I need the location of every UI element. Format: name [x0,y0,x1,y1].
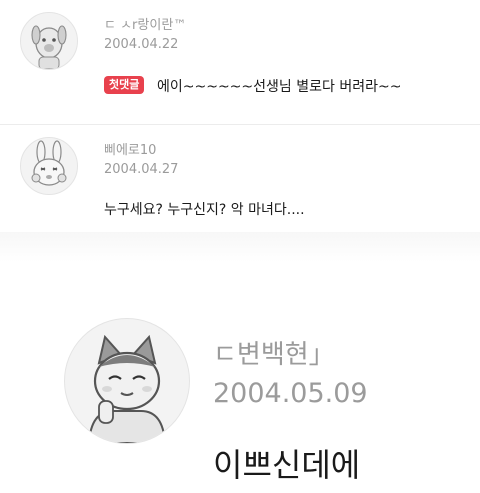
section-divider [0,232,480,262]
first-comment-badge: 첫댓글 [104,76,145,94]
comment-date: 2004.04.27 [104,162,179,177]
comment-author[interactable]: ㄷ변백현」 [213,334,335,371]
rabbit-avatar-icon[interactable] [20,137,78,195]
comment-item: ㄷ ㅅr랑이란™ 2004.04.22 첫댓글 에이~~~~~~선생님 별로다 … [0,0,480,115]
dog-avatar-icon[interactable] [20,12,78,70]
comment-author[interactable]: ㄷ ㅅr랑이란™ [104,14,186,33]
cat-avatar-icon[interactable] [64,318,190,444]
comment-text: 에이~~~~~~선생님 별로다 버려라~~ [157,79,402,95]
comment-text: 이쁘신데에 [213,446,361,484]
comment-item: 삐에로10 2004.04.27 누구세요? 누구신지? 악 마녀다.... [0,125,480,230]
comment-date: 2004.04.22 [104,37,179,52]
comment-item: ㄷ변백현」 2004.05.09 이쁘신데에 [0,300,480,493]
comment-author[interactable]: 삐에로10 [104,139,156,158]
comment-date: 2004.05.09 [213,378,368,409]
comment-text: 누구세요? 누구신지? 악 마녀다.... [104,202,305,218]
